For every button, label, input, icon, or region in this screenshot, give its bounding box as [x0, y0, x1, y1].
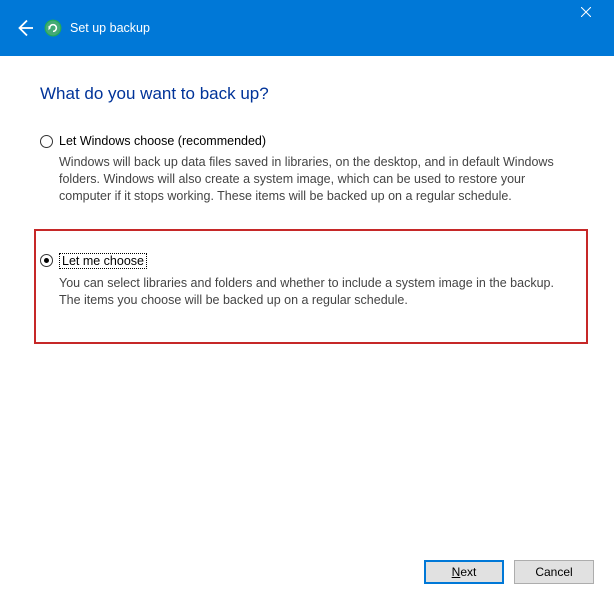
close-button[interactable] [566, 0, 606, 24]
page-heading: What do you want to back up? [40, 84, 574, 104]
backup-wizard-icon [44, 19, 62, 37]
back-button[interactable] [12, 16, 36, 40]
arrow-left-icon [12, 16, 36, 40]
next-button-rest: ext [460, 565, 476, 579]
annotation-highlight-box: Let me choose You can select libraries a… [34, 229, 588, 345]
radio-label-windows-choose: Let Windows choose (recommended) [59, 134, 266, 148]
desc-let-me-choose: You can select libraries and folders and… [59, 275, 572, 309]
radio-windows-choose[interactable] [40, 135, 53, 148]
close-icon [581, 7, 591, 17]
radio-let-me-choose[interactable] [40, 254, 53, 267]
desc-windows-choose: Windows will back up data files saved in… [59, 154, 574, 205]
option-let-me-choose[interactable]: Let me choose You can select libraries a… [40, 253, 572, 309]
wizard-content: What do you want to back up? Let Windows… [0, 56, 614, 344]
next-button[interactable]: Next [424, 560, 504, 584]
cancel-button[interactable]: Cancel [514, 560, 594, 584]
option-windows-choose[interactable]: Let Windows choose (recommended) Windows… [40, 134, 574, 205]
window-title: Set up backup [70, 21, 150, 35]
radio-label-let-me-choose: Let me choose [59, 253, 147, 269]
wizard-footer: Next Cancel [424, 560, 594, 584]
titlebar: Set up backup [0, 0, 614, 56]
